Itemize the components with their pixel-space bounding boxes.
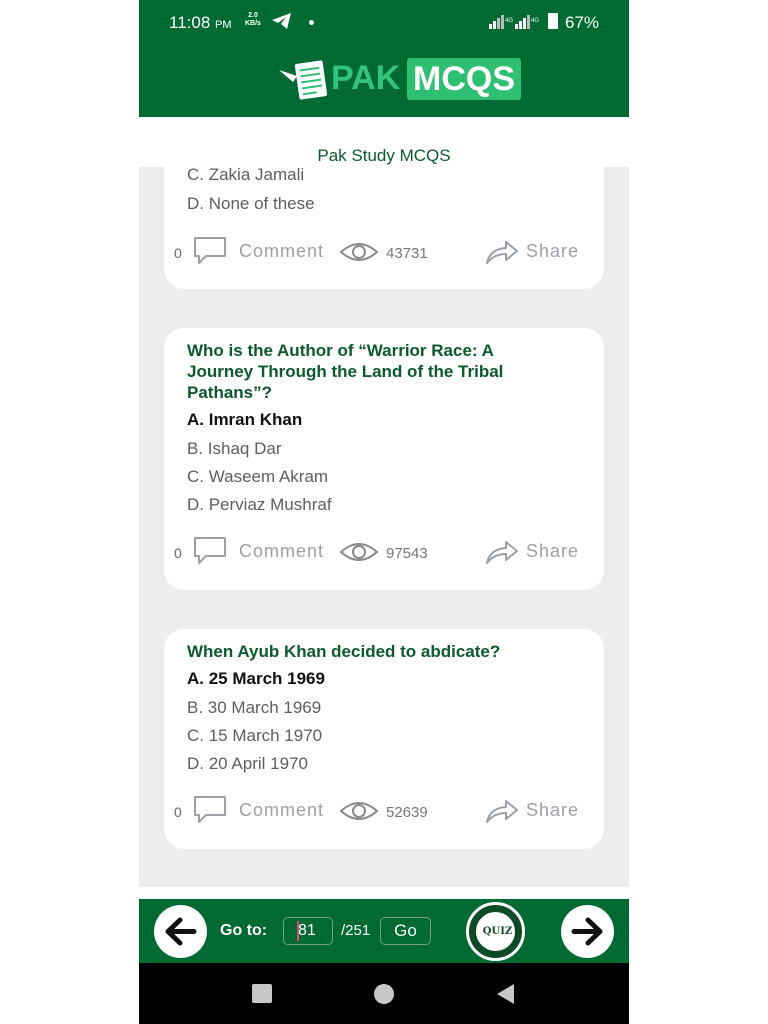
quiz-button[interactable]: QUIZ (466, 902, 525, 961)
view-count: 97543 (386, 545, 428, 562)
option[interactable]: C. 15 March 1970 (187, 726, 322, 746)
card-actions: 0 Comment 52639 Share (164, 794, 604, 830)
network-speed: 2.0 KB/s (245, 12, 261, 27)
logo-mcqs-text: MCQS (407, 58, 521, 100)
comment-button[interactable]: Comment (239, 541, 324, 562)
telegram-icon (271, 12, 293, 35)
comment-count: 0 (174, 804, 182, 820)
view-count: 43731 (386, 245, 428, 262)
comment-icon[interactable] (192, 794, 228, 831)
mcq-list[interactable]: C. Zakia Jamali D. None of these 0 Comme… (139, 167, 629, 887)
comment-count: 0 (174, 545, 182, 561)
question-text: When Ayub Khan decided to abdicate? (187, 642, 501, 661)
eye-icon (339, 799, 379, 828)
share-icon[interactable] (484, 537, 520, 572)
mcq-card: C. Zakia Jamali D. None of these 0 Comme… (164, 167, 604, 289)
option[interactable]: D. None of these (187, 194, 315, 214)
share-button[interactable]: Share (526, 241, 579, 262)
option[interactable]: B. 30 March 1969 (187, 698, 321, 718)
comment-icon[interactable] (192, 535, 228, 572)
comment-button[interactable]: Comment (239, 800, 324, 821)
option[interactable]: D. 20 April 1970 (187, 754, 308, 774)
page-number-input[interactable] (283, 917, 333, 945)
notification-dot (309, 20, 314, 25)
back-button[interactable] (496, 983, 516, 1005)
logo-pak-text: PAK (331, 59, 401, 97)
goto-label: Go to: (220, 922, 268, 939)
option[interactable]: C. Waseem Akram (187, 467, 328, 487)
comment-count: 0 (174, 245, 182, 261)
signal-icon: 4G 4G (489, 14, 541, 35)
status-bar: 11:08 PM 2.0 KB/s 4G 4G 67% (139, 0, 629, 46)
pagination-bar: Go to: /251 Go QUIZ (139, 899, 629, 963)
svg-text:4G: 4G (531, 18, 539, 24)
arrow-right-icon (571, 917, 603, 946)
option[interactable]: D. Perviaz Mushraf (187, 495, 332, 515)
home-button[interactable] (374, 984, 394, 1004)
comment-icon[interactable] (192, 235, 228, 272)
text-caret (297, 921, 299, 941)
mcq-card: When Ayub Khan decided to abdicate? A. 2… (164, 629, 604, 849)
option[interactable]: C. Zakia Jamali (187, 167, 304, 185)
go-button[interactable]: Go (380, 917, 431, 945)
option[interactable]: B. Ishaq Dar (187, 439, 282, 459)
share-icon[interactable] (484, 796, 520, 831)
arrow-left-icon (165, 917, 197, 946)
eye-icon (339, 240, 379, 269)
svg-text:4G: 4G (505, 18, 513, 24)
share-button[interactable]: Share (526, 541, 579, 562)
share-button[interactable]: Share (526, 800, 579, 821)
previous-page-button[interactable] (154, 905, 207, 958)
phone-screen: 11:08 PM 2.0 KB/s 4G 4G 67% PAK MCQS Pak… (139, 0, 629, 1024)
question-text: Who is the Author of “Warrior Race: A Jo… (187, 341, 504, 402)
battery-level: 67% (565, 13, 600, 32)
share-icon[interactable] (484, 237, 520, 272)
recents-button[interactable] (252, 984, 272, 1003)
next-page-button[interactable] (561, 905, 614, 958)
mcq-card: Who is the Author of “Warrior Race: A Jo… (164, 328, 604, 590)
system-navigation-bar (139, 963, 629, 1024)
quiz-icon: QUIZ (474, 910, 517, 953)
card-actions: 0 Comment 97543 Share (164, 535, 604, 571)
page-title: Pak Study MCQS (317, 146, 451, 165)
eye-icon (339, 540, 379, 569)
quiz-label: QUIZ (482, 926, 513, 937)
battery-icon (548, 13, 558, 29)
comment-button[interactable]: Comment (239, 241, 324, 262)
card-actions: 0 Comment 43731 Share (164, 235, 604, 271)
app-header: 11:08 PM 2.0 KB/s 4G 4G 67% PAK MCQS (139, 0, 629, 117)
correct-answer[interactable]: A. 25 March 1969 (187, 669, 325, 689)
correct-answer[interactable]: A. Imran Khan (187, 410, 302, 430)
view-count: 52639 (386, 804, 428, 821)
total-pages: /251 (341, 922, 371, 939)
status-time: 11:08 PM (169, 13, 232, 32)
logo-paper-icon (279, 60, 328, 100)
